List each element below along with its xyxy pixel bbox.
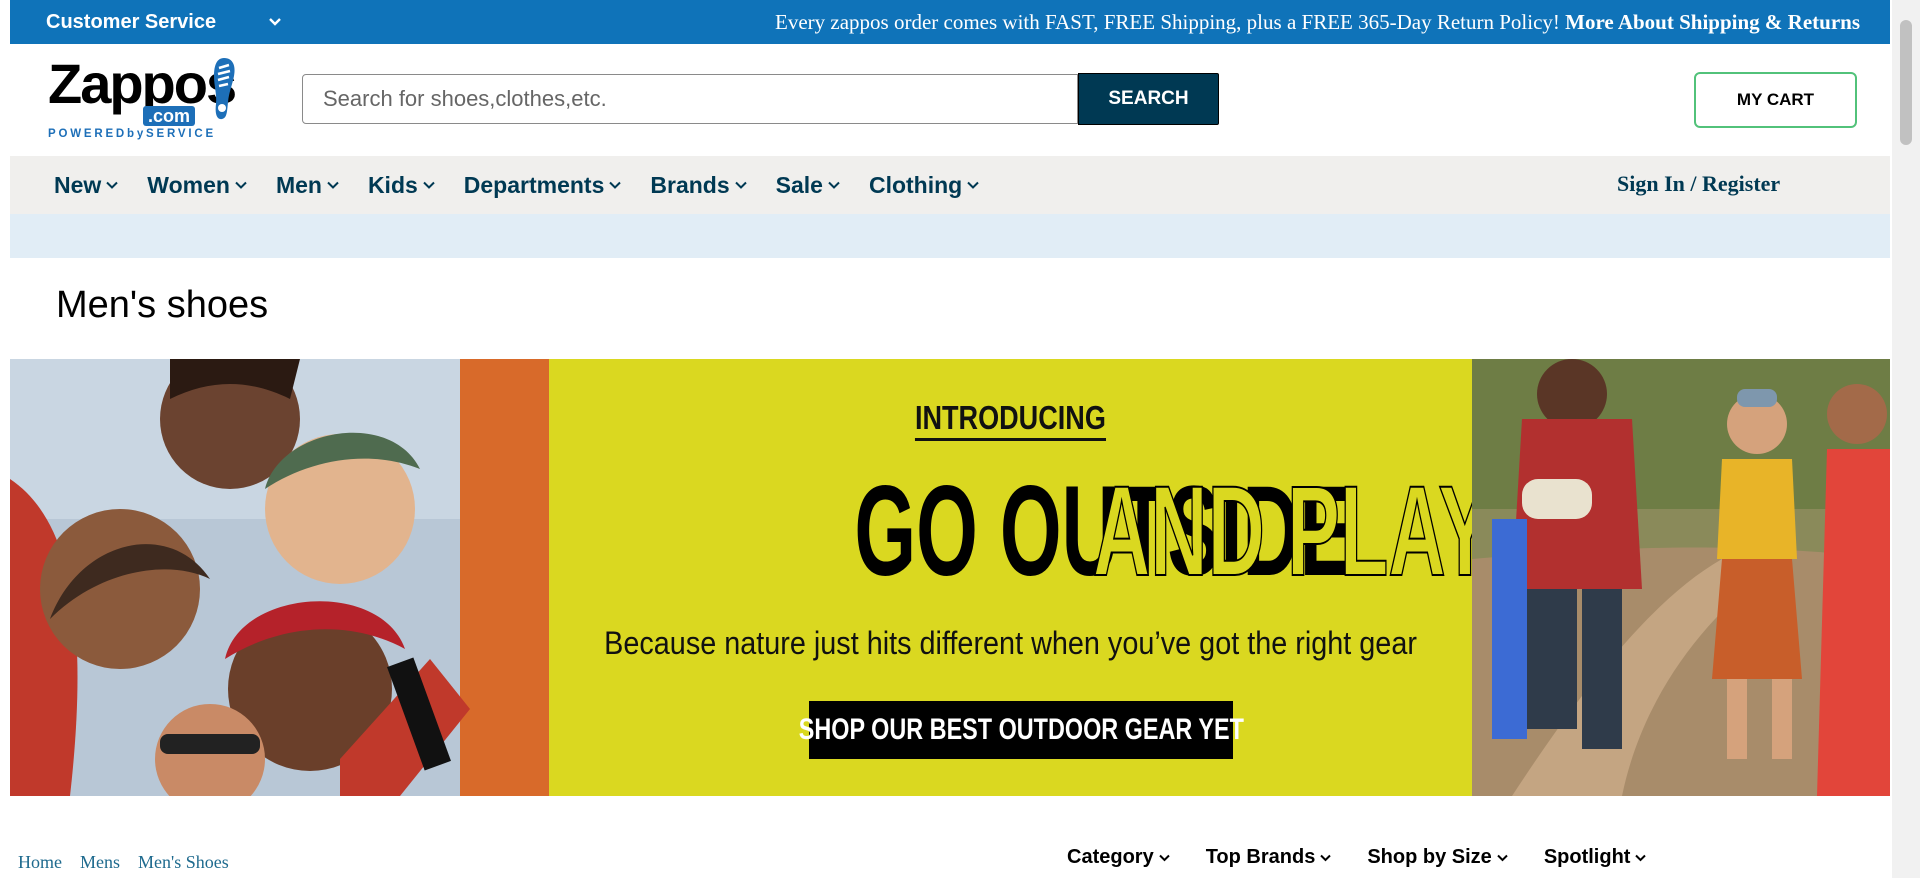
hero-subtitle: Because nature just hits different when …: [549, 625, 1472, 662]
main-nav: New Women Men Kids Departments Brands Sa…: [10, 156, 1890, 214]
filter-label: Category: [1067, 846, 1154, 868]
shoe-sole-icon: [214, 58, 235, 120]
chevron-down-icon: [423, 181, 435, 189]
breadcrumb-mens-shoes[interactable]: Men's Shoes: [138, 852, 229, 873]
filter-label: Shop by Size: [1367, 846, 1492, 868]
promo-text: Every zappos order comes with FAST, FREE…: [775, 9, 1560, 34]
page-scrollbar[interactable]: [1892, 0, 1920, 878]
sign-in-register-link[interactable]: Sign In / Register: [1617, 171, 1780, 197]
scrollbar-thumb[interactable]: [1900, 20, 1912, 145]
hero-left-image: [10, 359, 549, 796]
page: Customer Service Every zappos order come…: [10, 0, 1890, 878]
hero-headline: GO OUTSIDEAND PLAY!: [549, 466, 1518, 598]
my-cart-button[interactable]: MY CART: [1694, 72, 1857, 128]
nav-label: Brands: [650, 171, 730, 198]
hero-right-image: [1472, 359, 1890, 796]
chevron-down-icon: [269, 18, 281, 26]
sub-category-filters: Category Top Brands Shop by Size Spotlig…: [1067, 846, 1647, 869]
chevron-down-icon: [1320, 854, 1332, 861]
search-button[interactable]: SEARCH: [1078, 73, 1219, 125]
page-title: Men's shoes: [56, 284, 269, 326]
nav-label: Women: [147, 171, 230, 198]
chevron-down-icon: [235, 181, 247, 189]
filter-top-brands[interactable]: Top Brands: [1206, 846, 1332, 869]
nav-item-departments[interactable]: Departments: [464, 172, 622, 199]
nav-label: Clothing: [868, 171, 963, 198]
chevron-down-icon: [106, 181, 119, 189]
nav-item-kids[interactable]: Kids: [368, 172, 435, 199]
zappos-logo[interactable]: Zappos .com POWEREDbySERVICE: [48, 56, 248, 146]
customer-service-menu[interactable]: Customer Service: [10, 11, 300, 34]
logo-dotcom: .com: [143, 106, 196, 126]
hero-photo-group-selfie: [10, 359, 549, 796]
chevron-down-icon: [967, 181, 979, 189]
hero-photo-trail-runners: [1472, 359, 1890, 796]
chevron-down-icon: [609, 181, 622, 189]
breadcrumb-mens[interactable]: Mens: [80, 852, 120, 873]
nav-item-women[interactable]: Women: [147, 172, 247, 199]
header: Zappos .com POWEREDbySERVICE SEARCH MY C…: [10, 44, 1890, 156]
breadcrumb-home[interactable]: Home: [18, 852, 62, 873]
filter-spotlight[interactable]: Spotlight: [1544, 846, 1647, 869]
hero-eyebrow-text: INTRODUCING: [915, 399, 1106, 441]
top-info-bar: Customer Service Every zappos order come…: [10, 0, 1890, 44]
filter-shop-by-size[interactable]: Shop by Size: [1367, 846, 1508, 869]
chevron-down-icon: [327, 181, 339, 189]
chevron-down-icon: [1635, 854, 1647, 861]
breadcrumb: Home Mens Men's Shoes: [18, 852, 229, 873]
nav-label: Kids: [367, 171, 418, 198]
nav-item-clothing[interactable]: Clothing: [869, 172, 979, 199]
logo-tagline: POWEREDbySERVICE: [48, 128, 216, 140]
logo-wordmark: Zappos: [48, 52, 237, 115]
hero-banner[interactable]: INTRODUCING GO OUTSIDEAND PLAY! Because …: [10, 359, 1890, 796]
nav-item-men[interactable]: Men: [276, 172, 339, 199]
hero-eyebrow: INTRODUCING: [549, 399, 1472, 441]
nav-label: New: [54, 171, 102, 198]
search-input[interactable]: [302, 74, 1078, 124]
shop-outdoor-gear-button[interactable]: SHOP OUR BEST OUTDOOR GEAR YET: [798, 701, 1244, 759]
nav-item-sale[interactable]: Sale: [776, 172, 840, 199]
filter-label: Top Brands: [1205, 846, 1316, 868]
hero-headline-outline: AND PLAY!: [1092, 460, 1518, 603]
filter-label: Spotlight: [1543, 846, 1631, 868]
chevron-down-icon: [734, 181, 747, 189]
hero-text-panel: INTRODUCING GO OUTSIDEAND PLAY! Because …: [549, 359, 1518, 796]
chevron-down-icon: [1158, 854, 1170, 861]
cta-label: SHOP OUR BEST OUTDOOR GEAR YET: [798, 713, 1244, 746]
chevron-down-icon: [1497, 854, 1508, 861]
customer-service-label: Customer Service: [46, 10, 217, 33]
nav-label: Men: [275, 171, 322, 198]
nav-label: Sale: [775, 171, 823, 198]
shipping-returns-link[interactable]: More About Shipping & Returns: [1565, 10, 1860, 34]
chevron-down-icon: [828, 181, 840, 189]
promo-subband: [10, 214, 1890, 258]
nav-item-new[interactable]: New: [54, 171, 119, 199]
filter-category[interactable]: Category: [1067, 846, 1170, 869]
nav-item-brands[interactable]: Brands: [650, 171, 747, 199]
hero-subtitle-text: Because nature just hits different when …: [604, 625, 1417, 661]
nav-label: Departments: [463, 171, 605, 198]
search-bar: SEARCH: [302, 73, 1219, 125]
shipping-promo: Every zappos order comes with FAST, FREE…: [775, 10, 1890, 35]
